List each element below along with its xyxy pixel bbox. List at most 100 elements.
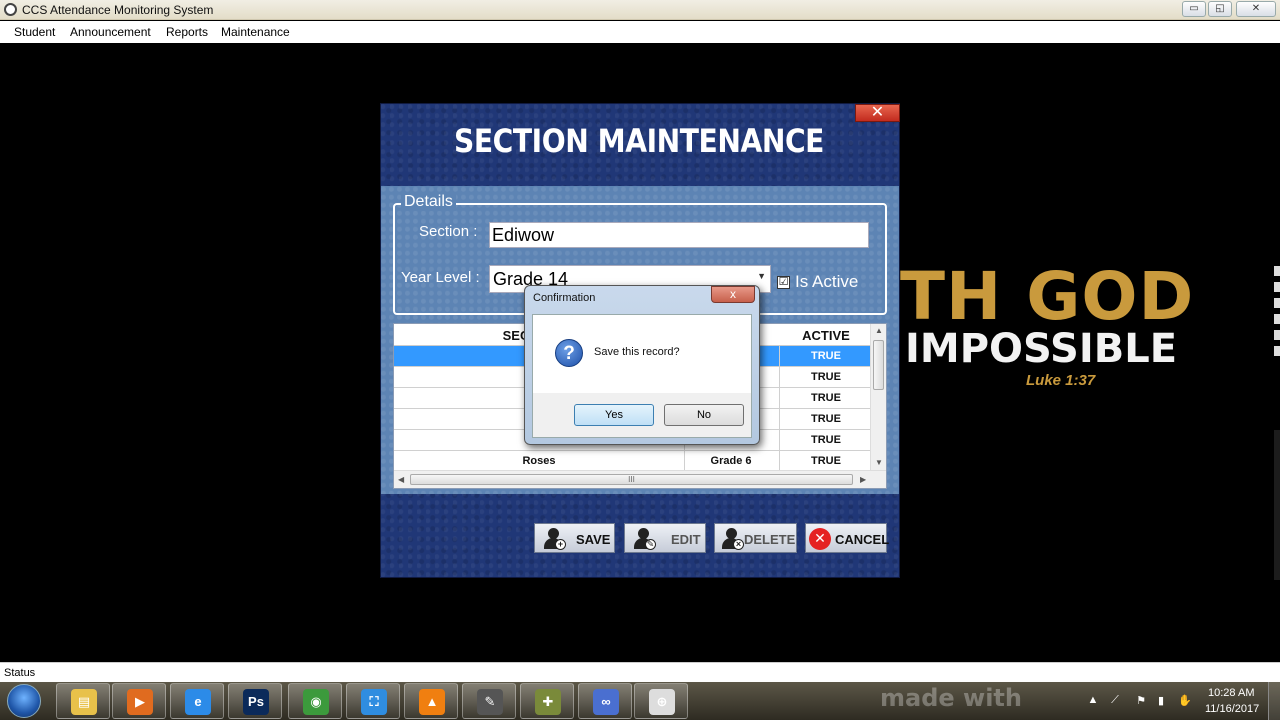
clock-date[interactable]: 11/16/2017: [1205, 703, 1259, 715]
horizontal-scrollbar[interactable]: ◀ III ▶: [394, 470, 886, 488]
save-button-label: SAVE: [576, 532, 611, 547]
menu-announcement[interactable]: Announcement: [70, 25, 151, 39]
background-poster-line2: IMPOSSIBLE: [905, 326, 1178, 372]
vlc-icon: ▲: [419, 689, 445, 715]
taskbar-app-button[interactable]: ▲: [404, 683, 458, 719]
tray-pen-icon[interactable]: ⟋: [1108, 694, 1122, 708]
cell-active: TRUE: [811, 371, 841, 383]
taskbar-app-button[interactable]: ⛶: [346, 683, 400, 719]
cell-active: TRUE: [811, 392, 841, 404]
menu-maintenance[interactable]: Maintenance: [221, 25, 290, 39]
close-window-button[interactable]: ✕: [1236, 1, 1276, 17]
cancel-icon: ✕: [809, 528, 831, 550]
details-legend: Details: [401, 193, 456, 211]
taskbar-app-button[interactable]: ✎: [462, 683, 516, 719]
show-desktop-button[interactable]: [1268, 682, 1280, 720]
infinity-app-icon: ∞: [593, 689, 619, 715]
taskbar-app-button[interactable]: ⊕: [634, 683, 688, 719]
cell-year-level: Grade 6: [710, 455, 752, 467]
taskbar-app-button[interactable]: ◉: [288, 683, 342, 719]
column-divider: [779, 430, 780, 451]
section-close-button[interactable]: ✕: [855, 104, 900, 122]
section-maintenance-title: SECTION MAINTENANCE: [454, 122, 824, 160]
section-label: Section :: [419, 223, 478, 240]
delete-button[interactable]: × DELETE: [714, 523, 797, 553]
confirmation-body: ? Save this record? Yes No: [532, 314, 752, 438]
column-divider: [684, 451, 685, 472]
yes-button[interactable]: Yes: [574, 404, 654, 426]
menu-bar: Student Announcement Reports Maintenance: [0, 21, 1280, 43]
taskbar-app-button[interactable]: ✚: [520, 683, 574, 719]
status-text: Status: [4, 667, 36, 679]
cancel-button-label: CANCEL: [835, 532, 890, 547]
delete-user-icon: ×: [721, 528, 744, 550]
cell-active: TRUE: [811, 434, 841, 446]
column-divider: [779, 367, 780, 388]
column-divider: [779, 346, 780, 367]
column-divider: [779, 451, 780, 472]
taskbar-app-button[interactable]: ▶: [112, 683, 166, 719]
horizontal-scroll-thumb[interactable]: III: [410, 474, 853, 485]
cell-active: TRUE: [811, 413, 841, 425]
taskbar-app-button[interactable]: ▤: [56, 683, 110, 719]
taskbar-app-button[interactable]: e: [170, 683, 224, 719]
edit-button-label: EDIT: [671, 532, 701, 547]
column-header-active[interactable]: ACTIVE: [780, 328, 872, 343]
background-poster-line1: TH GOD: [900, 258, 1195, 335]
minimize-button[interactable]: ▭: [1182, 1, 1206, 17]
window-title: CCS Attendance Monitoring System: [22, 3, 214, 17]
edit-user-icon: ✎: [633, 528, 656, 550]
confirmation-title: Confirmation: [533, 292, 596, 304]
background-poster-edge-lower: [1274, 430, 1280, 580]
cancel-button[interactable]: ✕ CANCEL: [805, 523, 890, 553]
start-button[interactable]: [7, 684, 41, 718]
confirmation-close-button[interactable]: x: [711, 286, 755, 303]
no-button[interactable]: No: [664, 404, 744, 426]
network-signal-icon[interactable]: ▮: [1154, 694, 1168, 708]
save-button[interactable]: + SAVE: [534, 523, 615, 553]
delete-button-label: DELETE: [744, 532, 796, 547]
year-level-label: Year Level :: [401, 269, 480, 286]
vertical-scrollbar[interactable]: ▲ ▼: [870, 324, 886, 470]
tray-hand-icon[interactable]: ✋: [1178, 694, 1192, 708]
section-input[interactable]: Ediwow: [489, 222, 869, 248]
question-icon: ?: [555, 339, 583, 367]
add-user-icon: +: [543, 528, 566, 550]
confirmation-message-area: ? Save this record?: [533, 315, 751, 393]
action-center-flag-icon[interactable]: ⚑: [1134, 694, 1148, 708]
visual-studio-tools-icon: ✚: [535, 689, 561, 715]
vertical-scroll-thumb[interactable]: [873, 340, 884, 390]
media-player-icon: ▶: [127, 689, 153, 715]
scroll-down-icon[interactable]: ▼: [875, 458, 883, 467]
edit-button[interactable]: ✎ EDIT: [624, 523, 706, 553]
taskbar-app-button[interactable]: Ps: [228, 683, 282, 719]
scroll-left-icon[interactable]: ◀: [398, 475, 404, 484]
attendance-app-icon: ⊕: [649, 689, 675, 715]
chevron-down-icon[interactable]: ▼: [757, 271, 766, 281]
column-divider: [779, 409, 780, 430]
table-row[interactable]: Roses Grade 6 TRUE: [394, 451, 872, 472]
app-icon: [4, 3, 17, 16]
scroll-up-icon[interactable]: ▲: [875, 326, 883, 335]
background-poster-edge: [1274, 266, 1280, 362]
chrome-icon: ◉: [303, 689, 329, 715]
tray-expand-icon[interactable]: ▲: [1086, 694, 1100, 708]
scroll-right-icon[interactable]: ▶: [860, 475, 866, 484]
confirmation-dialog: Confirmation x ? Save this record? Yes N…: [524, 285, 760, 445]
file-explorer-icon: ▤: [71, 689, 97, 715]
taskbar-app-button[interactable]: ∞: [578, 683, 632, 719]
internet-explorer-icon: e: [185, 689, 211, 715]
column-divider: [779, 388, 780, 409]
maximize-button[interactable]: ◱: [1208, 1, 1232, 17]
cell-section: Roses: [522, 455, 556, 467]
cell-active: TRUE: [811, 350, 841, 362]
microphone-icon: ✎: [477, 689, 503, 715]
is-active-label: Is Active: [795, 272, 859, 291]
clock-time[interactable]: 10:28 AM: [1208, 687, 1254, 699]
status-bar: Status: [0, 662, 1280, 682]
menu-student[interactable]: Student: [14, 25, 55, 39]
cell-active: TRUE: [811, 455, 841, 467]
photoshop-icon: Ps: [243, 689, 269, 715]
menu-reports[interactable]: Reports: [166, 25, 208, 39]
is-active-checkbox[interactable]: ☑: [777, 276, 790, 289]
